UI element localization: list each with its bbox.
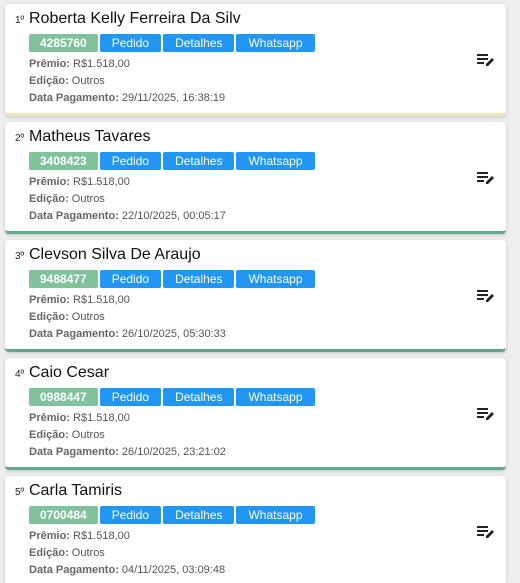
data-pagamento-row: Data Pagamento: 26/10/2025, 05:30:33 xyxy=(29,328,226,340)
winners-list: 1º Roberta Kelly Ferreira Da Silv 428576… xyxy=(0,0,520,583)
data-pagamento-value: 22/10/2025, 00:05:17 xyxy=(121,210,226,222)
edicao-label: Edição: xyxy=(29,75,69,87)
pedido-button[interactable]: Pedido xyxy=(99,152,162,170)
rank-label: 4º xyxy=(15,369,25,380)
pedido-button[interactable]: Pedido xyxy=(99,270,162,288)
premio-row: Prêmio: R$1.518,00 xyxy=(29,176,130,188)
rank-label: 2º xyxy=(15,133,25,144)
winner-card: 4º Caio Cesar 0988447 Pedido Detalhes Wh… xyxy=(5,358,506,470)
winner-tags: 0988447 Pedido Detalhes Whatsapp xyxy=(29,388,315,406)
edicao-row: Edição: Outros xyxy=(29,547,105,559)
pedido-button[interactable]: Pedido xyxy=(99,506,162,524)
data-pagamento-label: Data Pagamento: xyxy=(29,92,119,104)
winner-card: 1º Roberta Kelly Ferreira Da Silv 428576… xyxy=(5,4,506,116)
edicao-row: Edição: Outros xyxy=(29,75,105,87)
premio-label: Prêmio: xyxy=(29,412,70,424)
edit-note-icon[interactable] xyxy=(476,52,496,68)
data-pagamento-value: 26/10/2025, 05:30:33 xyxy=(121,328,226,340)
winner-name: Roberta Kelly Ferreira Da Silv xyxy=(29,10,241,27)
edicao-value: Outros xyxy=(71,311,105,323)
premio-value: R$1.518,00 xyxy=(73,412,130,424)
winner-tags: 0700484 Pedido Detalhes Whatsapp xyxy=(29,506,315,524)
data-pagamento-label: Data Pagamento: xyxy=(29,446,119,458)
detalhes-button[interactable]: Detalhes xyxy=(163,34,235,52)
edit-note-icon[interactable] xyxy=(476,288,496,304)
winner-card: 2º Matheus Tavares 3408423 Pedido Detalh… xyxy=(5,122,506,234)
whatsapp-button[interactable]: Whatsapp xyxy=(236,506,315,524)
ticket-code-badge: 3408423 xyxy=(29,152,98,170)
winner-name: Clevson Silva De Araujo xyxy=(29,246,201,263)
data-pagamento-row: Data Pagamento: 22/10/2025, 00:05:17 xyxy=(29,210,226,222)
data-pagamento-label: Data Pagamento: xyxy=(29,210,119,222)
edicao-value: Outros xyxy=(71,193,105,205)
edicao-row: Edição: Outros xyxy=(29,311,105,323)
data-pagamento-row: Data Pagamento: 29/11/2025, 16:38:19 xyxy=(29,92,225,104)
premio-row: Prêmio: R$1.518,00 xyxy=(29,412,130,424)
edicao-label: Edição: xyxy=(29,311,69,323)
edicao-label: Edição: xyxy=(29,547,69,559)
edit-note-icon[interactable] xyxy=(476,524,496,540)
edit-note-icon[interactable] xyxy=(476,170,496,186)
detalhes-button[interactable]: Detalhes xyxy=(163,506,235,524)
edicao-label: Edição: xyxy=(29,193,69,205)
pedido-button[interactable]: Pedido xyxy=(99,388,162,406)
rank-label: 1º xyxy=(15,15,25,26)
winner-name: Carla Tamiris xyxy=(29,482,123,499)
data-pagamento-value: 29/11/2025, 16:38:19 xyxy=(121,92,226,104)
winner-card: 3º Clevson Silva De Araujo 9488477 Pedid… xyxy=(5,240,506,352)
whatsapp-button[interactable]: Whatsapp xyxy=(236,152,315,170)
edit-note-icon[interactable] xyxy=(476,406,496,422)
edicao-label: Edição: xyxy=(29,429,69,441)
data-pagamento-value: 26/10/2025, 23:21:02 xyxy=(121,446,226,458)
premio-row: Prêmio: R$1.518,00 xyxy=(29,530,130,542)
detalhes-button[interactable]: Detalhes xyxy=(163,152,235,170)
premio-row: Prêmio: R$1.518,00 xyxy=(29,294,130,306)
winner-tags: 9488477 Pedido Detalhes Whatsapp xyxy=(29,270,315,288)
premio-label: Prêmio: xyxy=(29,58,70,70)
edicao-value: Outros xyxy=(71,429,105,441)
rank-label: 5º xyxy=(15,487,25,498)
premio-label: Prêmio: xyxy=(29,530,70,542)
data-pagamento-value: 04/11/2025, 03:09:48 xyxy=(121,564,226,576)
data-pagamento-row: Data Pagamento: 26/10/2025, 23:21:02 xyxy=(29,446,226,458)
winner-name: Caio Cesar xyxy=(29,364,110,381)
pedido-button[interactable]: Pedido xyxy=(99,34,162,52)
detalhes-button[interactable]: Detalhes xyxy=(163,270,235,288)
premio-value: R$1.518,00 xyxy=(73,58,130,70)
edicao-value: Outros xyxy=(71,75,105,87)
premio-value: R$1.518,00 xyxy=(73,530,130,542)
data-pagamento-label: Data Pagamento: xyxy=(29,328,119,340)
whatsapp-button[interactable]: Whatsapp xyxy=(236,34,315,52)
ticket-code-badge: 4285760 xyxy=(29,34,98,52)
edicao-value: Outros xyxy=(71,547,105,559)
premio-label: Prêmio: xyxy=(29,294,70,306)
whatsapp-button[interactable]: Whatsapp xyxy=(236,388,315,406)
ticket-code-badge: 0700484 xyxy=(29,506,98,524)
winner-tags: 4285760 Pedido Detalhes Whatsapp xyxy=(29,34,315,52)
rank-label: 3º xyxy=(15,251,25,262)
premio-value: R$1.518,00 xyxy=(73,294,130,306)
premio-label: Prêmio: xyxy=(29,176,70,188)
premio-value: R$1.518,00 xyxy=(73,176,130,188)
winner-name: Matheus Tavares xyxy=(29,128,151,145)
ticket-code-badge: 9488477 xyxy=(29,270,98,288)
data-pagamento-row: Data Pagamento: 04/11/2025, 03:09:48 xyxy=(29,564,225,576)
winner-tags: 3408423 Pedido Detalhes Whatsapp xyxy=(29,152,315,170)
edicao-row: Edição: Outros xyxy=(29,193,105,205)
ticket-code-badge: 0988447 xyxy=(29,388,98,406)
detalhes-button[interactable]: Detalhes xyxy=(163,388,235,406)
edicao-row: Edição: Outros xyxy=(29,429,105,441)
winner-card: 5º Carla Tamiris 0700484 Pedido Detalhes… xyxy=(5,476,506,583)
premio-row: Prêmio: R$1.518,00 xyxy=(29,58,130,70)
data-pagamento-label: Data Pagamento: xyxy=(29,564,119,576)
whatsapp-button[interactable]: Whatsapp xyxy=(236,270,315,288)
